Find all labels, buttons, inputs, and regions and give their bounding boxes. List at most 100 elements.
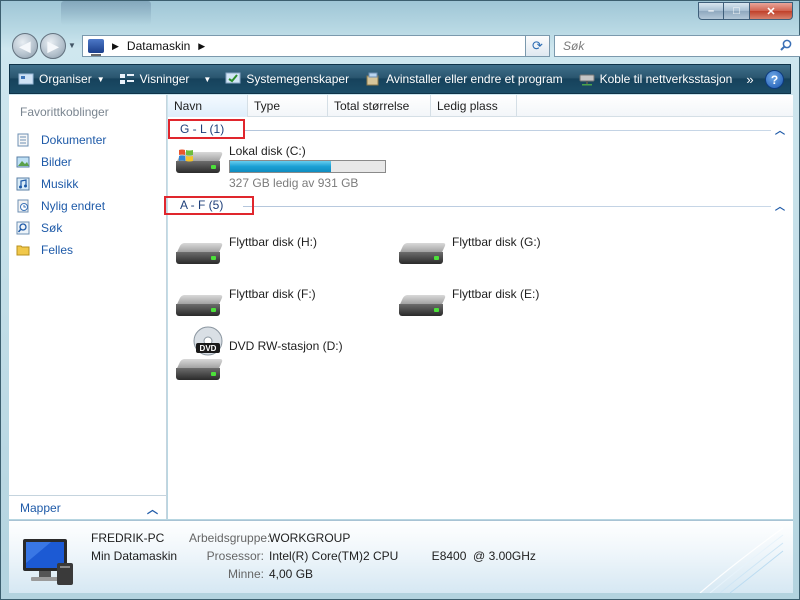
computer-icon	[88, 39, 104, 56]
minimize-icon: –	[707, 5, 715, 17]
memory-value: 4,00 GB	[269, 567, 314, 581]
removable-disk-icon	[399, 295, 447, 317]
sidebar-item-search[interactable]: Søk	[16, 217, 106, 239]
removable-disk-icon	[399, 243, 447, 265]
group-header-a-f[interactable]: A - F (5) ︿	[168, 197, 793, 215]
decorative-swoosh	[699, 527, 784, 593]
back-button[interactable]: ◀	[12, 33, 38, 59]
sidebar-item-music[interactable]: Musikk	[16, 173, 106, 195]
title-bar-glass	[61, 1, 151, 25]
organize-icon	[18, 73, 34, 85]
drive-free-space: 327 GB ledig av 931 GB	[229, 176, 359, 190]
maximize-button[interactable]: □	[724, 2, 750, 20]
recent-pages-dropdown[interactable]: ▼	[68, 41, 78, 51]
column-headers: Navn Type Total størrelse Ledig plass	[168, 95, 793, 117]
search-input[interactable]	[563, 39, 763, 53]
search-icon[interactable]	[780, 39, 792, 51]
favorite-links-list: Dokumenter Bilder Musikk Nylig endret Sø…	[16, 129, 106, 261]
removable-disk-icon	[176, 295, 224, 317]
group-divider	[243, 206, 771, 207]
window-caption-buttons: – □ ✕	[698, 2, 793, 20]
folders-toggle[interactable]: Mapper ︿	[9, 495, 166, 519]
system-properties-label: Systemegenskaper	[246, 72, 350, 86]
drive-item-c[interactable]: Lokal disk (C:) 327 GB ledig av 931 GB	[176, 144, 396, 192]
sidebar-item-label: Felles	[41, 243, 74, 257]
computer-icon	[23, 539, 73, 585]
group-divider	[243, 130, 771, 131]
search-box[interactable]	[554, 35, 800, 57]
sidebar-item-label: Bilder	[41, 155, 72, 169]
network-drive-icon	[579, 74, 595, 86]
workgroup-value: WORKGROUP	[269, 531, 351, 545]
windows-logo-icon	[179, 149, 193, 162]
sidebar-item-public[interactable]: Felles	[16, 239, 106, 261]
drive-item-d[interactable]: DVD DVD RW-stasjon (D:)	[176, 326, 386, 383]
chevron-up-icon[interactable]: ︿	[147, 501, 158, 517]
workgroup-label: Arbeidsgruppe:	[189, 531, 271, 545]
column-free-space[interactable]: Ledig plass	[431, 95, 517, 117]
refresh-icon: ⟳	[532, 38, 543, 53]
music-icon	[16, 177, 30, 191]
documents-icon	[17, 133, 29, 147]
pictures-icon	[16, 156, 30, 168]
local-disk-icon	[176, 149, 224, 174]
sidebar-item-label: Dokumenter	[41, 133, 107, 147]
views-button[interactable]: Visninger ▼	[117, 72, 214, 86]
drive-label: DVD RW-stasjon (D:)	[229, 339, 343, 353]
minimize-button[interactable]: –	[698, 2, 724, 20]
forward-button[interactable]: ▶	[40, 33, 66, 59]
computer-name: FREDRIK-PC	[91, 531, 165, 545]
details-pane: FREDRIK-PC Min Datamaskin Arbeidsgruppe:…	[9, 520, 793, 593]
drive-label: Flyttbar disk (E:)	[452, 287, 540, 301]
removable-disk-icon	[176, 243, 224, 265]
close-button[interactable]: ✕	[750, 2, 793, 20]
drive-item-g[interactable]: Flyttbar disk (G:)	[399, 235, 609, 269]
collapse-group-icon[interactable]: ︿	[775, 198, 785, 213]
folders-label: Mapper	[20, 500, 61, 515]
drive-label: Lokal disk (C:)	[229, 144, 306, 158]
system-properties-button[interactable]: Systemegenskaper	[223, 72, 351, 86]
drive-label: Flyttbar disk (F:)	[229, 287, 316, 301]
group-header-g-l[interactable]: G - L (1) ︿	[168, 121, 793, 139]
uninstall-program-button[interactable]: Avinstaller eller endre et program	[363, 72, 565, 86]
breadcrumb-computer[interactable]: Datamaskin	[127, 39, 190, 53]
navigation-pane: Favorittkoblinger Dokumenter Bilder Musi…	[9, 95, 167, 519]
sidebar-item-recent[interactable]: Nylig endret	[16, 195, 106, 217]
uninstall-icon	[366, 72, 379, 86]
address-bar[interactable]: ▶ Datamaskin ▶ ▼	[82, 35, 548, 57]
breadcrumb-separator-icon[interactable]: ▶	[198, 41, 205, 52]
drive-label: Flyttbar disk (G:)	[452, 235, 541, 249]
breadcrumb-separator-icon[interactable]: ▶	[112, 41, 119, 52]
column-type[interactable]: Type	[248, 95, 328, 117]
public-folder-icon	[16, 245, 30, 256]
chevron-down-icon: ▼	[96, 74, 105, 84]
more-commands-button[interactable]: »	[744, 72, 755, 87]
organize-button[interactable]: Organiser ▼	[16, 72, 107, 86]
column-total-size[interactable]: Total størrelse	[328, 95, 431, 117]
refresh-button[interactable]: ⟳	[525, 35, 550, 57]
drive-item-e[interactable]: Flyttbar disk (E:)	[399, 287, 609, 321]
sidebar-item-label: Søk	[41, 221, 63, 235]
close-icon: ✕	[766, 5, 776, 18]
column-name[interactable]: Navn	[168, 95, 248, 117]
collapse-group-icon[interactable]: ︿	[775, 122, 785, 137]
dvd-drive-icon	[176, 359, 224, 381]
drive-item-h[interactable]: Flyttbar disk (H:)	[176, 235, 386, 269]
map-drive-label: Koble til nettverksstasjon	[599, 72, 733, 86]
file-list-pane: Navn Type Total størrelse Ledig plass G …	[164, 95, 793, 519]
help-button[interactable]: ?	[765, 70, 784, 89]
favorite-links-heading: Favorittkoblinger	[20, 105, 109, 119]
uninstall-label: Avinstaller eller endre et program	[386, 72, 563, 86]
drive-item-f[interactable]: Flyttbar disk (F:)	[176, 287, 386, 321]
disk-usage-bar	[229, 160, 386, 173]
sidebar-item-documents[interactable]: Dokumenter	[16, 129, 106, 151]
organize-label: Organiser	[39, 72, 92, 86]
maximize-icon: □	[733, 5, 740, 17]
dvd-badge: DVD	[200, 344, 217, 353]
sidebar-item-pictures[interactable]: Bilder	[16, 151, 106, 173]
map-network-drive-button[interactable]: Koble til nettverksstasjon	[577, 72, 735, 86]
views-label: Visninger	[139, 72, 190, 86]
drive-label: Flyttbar disk (H:)	[229, 235, 318, 249]
computer-type: Min Datamaskin	[91, 549, 178, 563]
processor-label: Prosessor:	[206, 549, 264, 563]
